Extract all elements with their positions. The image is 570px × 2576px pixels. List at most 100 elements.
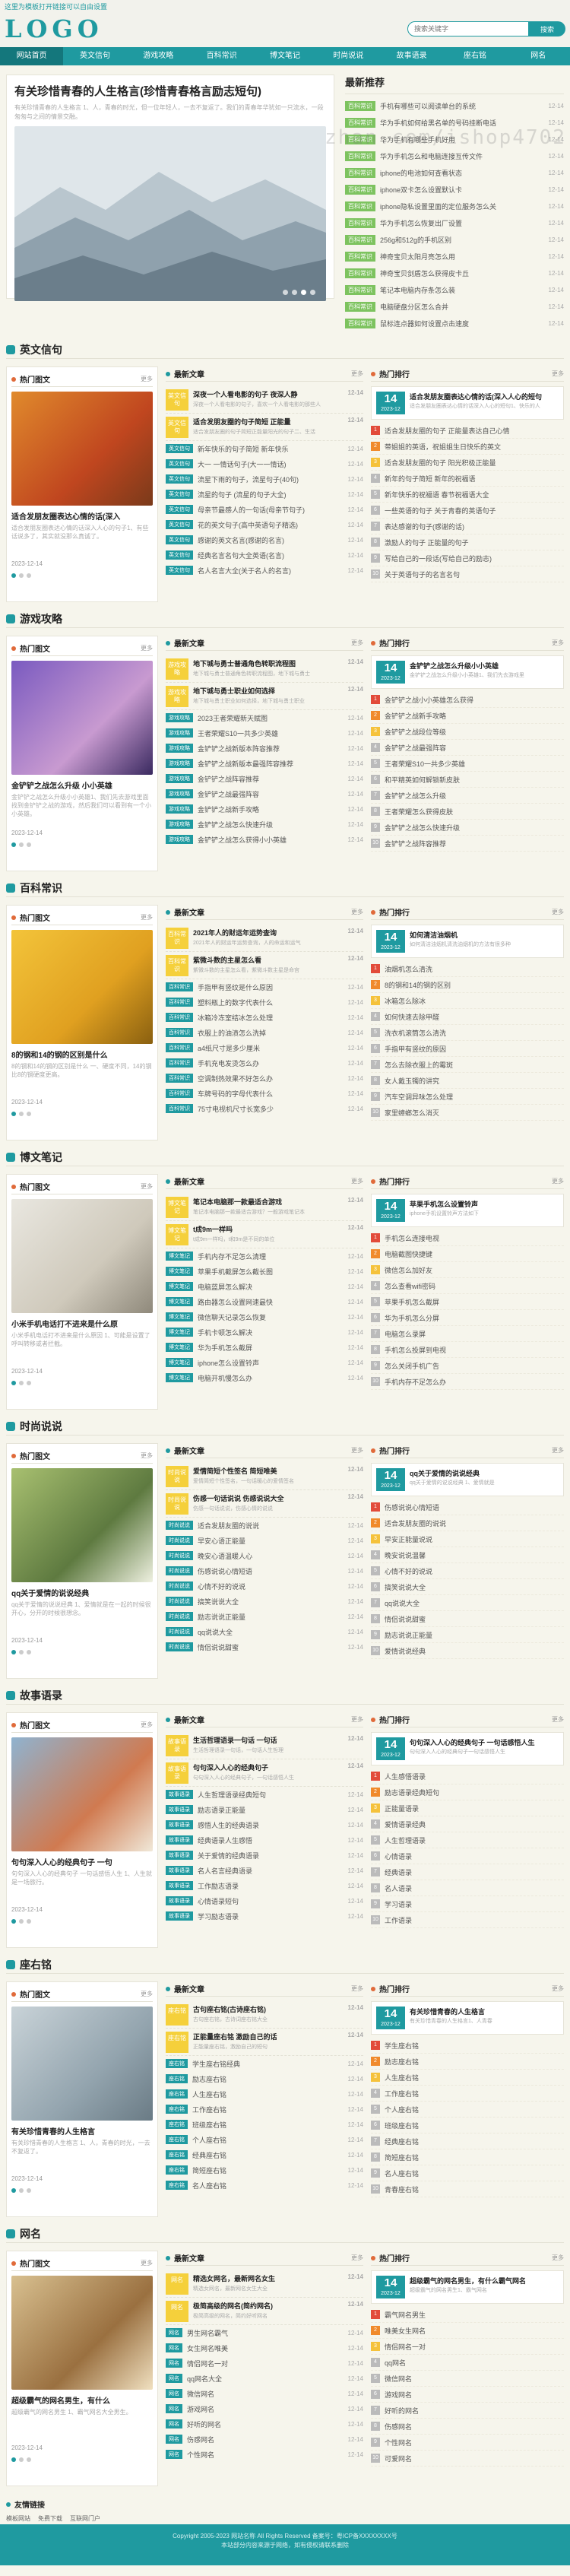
list-item[interactable]: 时尚说说 伤感说说心情短语 12-14 bbox=[166, 1563, 363, 1578]
hot-text[interactable]: 工作座右铭 bbox=[385, 2089, 564, 2099]
list-tag[interactable]: 游戏攻略 bbox=[166, 744, 193, 753]
featured-tag[interactable]: 网名 bbox=[166, 2301, 188, 2322]
list-item[interactable]: 博文笔记 手机卡顿怎么解决 12-14 bbox=[166, 1324, 363, 1340]
list-item[interactable]: 故事语录 感悟人生的经典语录 12-14 bbox=[166, 1817, 363, 1832]
pic-card[interactable]: 热门图文 更多 小米手机电话打不进来是什么原 小米手机电话打不进来是什么原因 1、可能… bbox=[6, 1174, 158, 1410]
section-title[interactable]: 英文信句 bbox=[20, 342, 62, 357]
featured-title[interactable]: 地下城与勇士普通角色转职流程图 bbox=[193, 658, 296, 668]
pic-image[interactable] bbox=[11, 930, 153, 1044]
hot-item[interactable]: 3 正能量语录 bbox=[371, 1800, 564, 1816]
list-item[interactable]: 博文笔记 苹果手机截屏怎么截长图 12-14 bbox=[166, 1264, 363, 1279]
list-item[interactable]: 故事语录 人生哲理语录经典短句 12-14 bbox=[166, 1787, 363, 1802]
featured-article[interactable]: 时尚说说 伤感一句话说说 伤感说说大全 12-14 伤感一句话说说，伤感心情的说说 bbox=[166, 1490, 363, 1518]
list-tag[interactable]: 百科常识 bbox=[166, 982, 193, 991]
list-text[interactable]: 电脑蓝屏怎么解决 bbox=[198, 1282, 345, 1292]
pic-card[interactable]: 热门图文 更多 有关珍惜青春的人生格言 有关珍惜青春的人生格言 1、人，青春的时光，一… bbox=[6, 1981, 158, 2217]
list-item[interactable]: 博文笔记 电脑开机慢怎么办 12-14 bbox=[166, 1370, 363, 1385]
list-text[interactable]: 微信网名 bbox=[187, 2389, 345, 2399]
hot-item[interactable]: 5 洗衣机滚筒怎么清洗 bbox=[371, 1025, 564, 1041]
hot-text[interactable]: 电脑截图快捷键 bbox=[385, 1249, 564, 1259]
list-tag[interactable]: 英文信句 bbox=[166, 505, 193, 514]
more-link[interactable]: 更多 bbox=[552, 1715, 564, 1724]
hot-text[interactable]: 新年的句子简短 新年的祝福语 bbox=[385, 474, 564, 484]
list-tag[interactable]: 故事语录 bbox=[166, 1881, 193, 1890]
more-link[interactable]: 更多 bbox=[141, 644, 153, 652]
pager-dot[interactable] bbox=[19, 573, 24, 578]
hot-text[interactable]: 手机怎么投屏到电视 bbox=[385, 1345, 564, 1355]
list-tag[interactable]: 游戏攻略 bbox=[166, 713, 193, 722]
hot-item[interactable]: 7 金铲铲之战怎么升级 bbox=[371, 788, 564, 804]
list-text[interactable]: 工作座右铭 bbox=[192, 2105, 345, 2114]
pager-dot[interactable] bbox=[11, 1112, 16, 1116]
recommend-text[interactable]: 256g和512g的手机区别 bbox=[380, 235, 546, 245]
list-tag[interactable]: 故事语录 bbox=[166, 1820, 193, 1829]
list-tag[interactable]: 故事语录 bbox=[166, 1805, 193, 1814]
list-text[interactable]: 励志语录正能量 bbox=[198, 1805, 345, 1815]
hot-text[interactable]: 微信网名 bbox=[385, 2374, 564, 2384]
list-tag[interactable]: 故事语录 bbox=[166, 1835, 193, 1845]
recommend-tag[interactable]: 百科常识 bbox=[345, 301, 375, 312]
featured-article[interactable]: 网名 极简高级的网名(简约网名) 12-14 极简高级的网名，简约好听网名 bbox=[166, 2298, 363, 2325]
list-text[interactable]: 适合发朋友圈的说说 bbox=[198, 1521, 345, 1531]
hot-item[interactable]: 1 霸气网名男生 bbox=[371, 2307, 564, 2323]
recommend-text[interactable]: 电脑硬盘分区怎么合并 bbox=[380, 302, 546, 312]
list-text[interactable]: 早安心语正能量 bbox=[198, 1536, 345, 1546]
list-item[interactable]: 英文信句 花的英文句子(高中英语句子精选) 12-14 bbox=[166, 517, 363, 532]
featured-title[interactable]: 笔记本电脑那一款最适合游戏 bbox=[193, 1197, 282, 1207]
nav-item[interactable]: 博文笔记 bbox=[253, 47, 316, 65]
hot-item[interactable]: 8 女人戴玉镯的讲究 bbox=[371, 1073, 564, 1089]
hot-text[interactable]: 个人座右铭 bbox=[385, 2105, 564, 2114]
list-item[interactable]: 故事语录 经典语录人生感悟 12-14 bbox=[166, 1832, 363, 1848]
nav-item[interactable]: 百科常识 bbox=[190, 47, 253, 65]
list-tag[interactable]: 网名 bbox=[166, 2389, 182, 2398]
list-tag[interactable]: 英文信句 bbox=[166, 520, 193, 529]
hot-item[interactable]: 10 家里蟑螂怎么消灭 bbox=[371, 1105, 564, 1121]
list-item[interactable]: 博文笔记 iphone怎么设置铃声 12-14 bbox=[166, 1355, 363, 1370]
section-title[interactable]: 座右铭 bbox=[20, 1957, 52, 1972]
nav-item[interactable]: 网站首页 bbox=[0, 47, 64, 65]
list-text[interactable]: 人生座右铭 bbox=[192, 2089, 345, 2099]
hot-item[interactable]: 3 冰箱怎么除冰 bbox=[371, 993, 564, 1009]
featured-title[interactable]: 深夜一个人看电影的句子 夜深人静 bbox=[193, 389, 298, 399]
pager-dot[interactable] bbox=[19, 842, 24, 847]
more-link[interactable]: 更多 bbox=[552, 1984, 564, 1993]
hot-text[interactable]: 如何快速去除甲醛 bbox=[385, 1012, 564, 1022]
pic-card[interactable]: 热门图文 更多 金铲铲之战怎么升级 小小英雄 金铲铲之战怎么升级小小英雄1、我们先去游… bbox=[6, 636, 158, 871]
list-text[interactable]: 个性网名 bbox=[187, 2450, 345, 2460]
featured-article[interactable]: 时尚说说 爱情简短个性签名 简短唯美 12-14 爱情简短个性签名，一句话暖心的爱情签… bbox=[166, 1463, 363, 1490]
hot-text[interactable]: 金铲铲之战怎么升级 bbox=[385, 791, 564, 801]
list-item[interactable]: 座右铭 励志座右铭 12-14 bbox=[166, 2071, 363, 2086]
list-item[interactable]: 网名 伤感网名 12-14 bbox=[166, 2432, 363, 2447]
pager-dot[interactable] bbox=[19, 1381, 24, 1385]
recommend-text[interactable]: 神奇宝贝太阳月亮怎么用 bbox=[380, 252, 546, 262]
hot-text[interactable]: 霸气网名男生 bbox=[385, 2310, 564, 2320]
hot-item[interactable]: 8 简短座右铭 bbox=[371, 2149, 564, 2165]
slider-dot[interactable] bbox=[310, 290, 315, 295]
list-item[interactable]: 英文信句 新年快乐的句子简短 新年快乐 12-14 bbox=[166, 441, 363, 456]
featured-article[interactable]: 博文笔记 t成9m一样吗 12-14 t成9m一样吗，t和9m是不同的单位 bbox=[166, 1221, 363, 1248]
hot-text[interactable]: 金铲铲之战新手攻略 bbox=[385, 711, 564, 721]
recommend-item[interactable]: 百科常识 iphone双卡怎么设置默认卡 12-14 bbox=[345, 181, 564, 198]
list-tag[interactable]: 百科常识 bbox=[166, 1058, 193, 1068]
list-tag[interactable]: 百科常识 bbox=[166, 1089, 193, 1098]
hot-item[interactable]: 4 爱情语录经典 bbox=[371, 1816, 564, 1832]
hot-item[interactable]: 10 手机内存不足怎么办 bbox=[371, 1374, 564, 1390]
hot-text[interactable]: 个性网名 bbox=[385, 2438, 564, 2448]
list-text[interactable]: 伤感说说心情短语 bbox=[198, 1566, 345, 1576]
pager-dot[interactable] bbox=[27, 1919, 31, 1924]
list-tag[interactable]: 座右铭 bbox=[166, 2181, 188, 2190]
featured-tag[interactable]: 故事语录 bbox=[166, 1735, 188, 1756]
list-text[interactable]: 伤感网名 bbox=[187, 2435, 345, 2444]
hot-text[interactable]: 心情不好的说说 bbox=[385, 1566, 564, 1576]
list-item[interactable]: 座右铭 工作座右铭 12-14 bbox=[166, 2102, 363, 2117]
hot-text[interactable]: 激励人的句子 正能量的句子 bbox=[385, 538, 564, 547]
hot-text[interactable]: 金铲铲之战怎么快速升级 bbox=[385, 823, 564, 833]
hot-top-article[interactable]: 14 2023-12 适合发朋友圈表达心情的话(深入人心的短句 适合发朋友圈表达心情的… bbox=[371, 386, 564, 420]
featured-article[interactable]: 百科常识 紫微斗数的主星怎么看 12-14 紫微斗数的主星怎么看，紫微斗数主星是命宫 bbox=[166, 952, 363, 979]
list-tag[interactable]: 游戏攻略 bbox=[166, 820, 193, 829]
hot-text[interactable]: 表达感谢的句子(感谢的话) bbox=[385, 522, 564, 531]
recommend-item[interactable]: 百科常识 iphone的电池如何查看状态 12-14 bbox=[345, 164, 564, 181]
list-tag[interactable]: 座右铭 bbox=[166, 2150, 188, 2159]
list-item[interactable]: 博文笔记 路由器怎么设置网速最快 12-14 bbox=[166, 1294, 363, 1309]
pager-dot[interactable] bbox=[11, 1650, 16, 1654]
